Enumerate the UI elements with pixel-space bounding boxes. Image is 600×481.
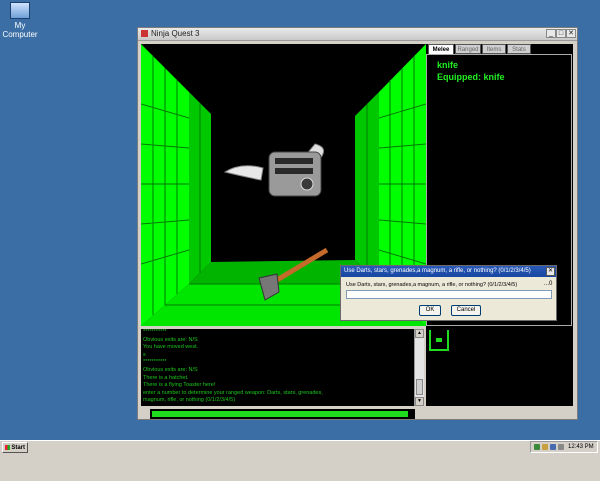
- window-titlebar[interactable]: Ninja Quest 3 _ □ ✕: [138, 28, 577, 41]
- tab-items[interactable]: Items: [482, 44, 506, 54]
- weapon-select-dialog: Use Darts, stars, grenades,a magnum, a r…: [340, 265, 557, 321]
- message-line: Obvious exits are: N/S: [143, 336, 198, 343]
- health-bar-fill: [152, 411, 408, 417]
- message-scrollbar[interactable]: ▲ ▼: [414, 329, 424, 406]
- game-window: Ninja Quest 3 _ □ ✕ Melee Ranged Items S…: [137, 27, 578, 420]
- window-title: Ninja Quest 3: [151, 29, 200, 38]
- cancel-button[interactable]: Cancel: [451, 305, 481, 316]
- windows-flag-icon: [5, 445, 10, 450]
- scroll-thumb[interactable]: [416, 379, 423, 395]
- scroll-down-icon[interactable]: ▼: [415, 397, 424, 406]
- start-label: Start: [11, 445, 25, 451]
- scroll-up-icon[interactable]: ▲: [415, 329, 424, 338]
- health-bar-track: [150, 409, 415, 419]
- app-icon: [141, 30, 148, 37]
- start-button[interactable]: Start: [2, 442, 28, 453]
- minimize-icon: _: [549, 30, 553, 37]
- tab-label: Ranged: [457, 47, 479, 53]
- weapon-choice-input[interactable]: [346, 290, 552, 299]
- tab-label: Items: [486, 47, 502, 53]
- message-line: There is a hatchet.: [143, 374, 189, 381]
- message-line: magnum, rifle, or nothing (0/1/2/3/4/5): [143, 397, 236, 404]
- security-icon[interactable]: [550, 444, 556, 450]
- tab-melee[interactable]: Melee: [428, 44, 454, 54]
- tab-label: Melee: [432, 47, 450, 53]
- tab-strip: Melee Ranged Items Stats: [426, 44, 573, 54]
- maximize-icon: □: [558, 30, 564, 37]
- dialog-title[interactable]: Use Darts, stars, grenades,a magnum, a r…: [341, 266, 556, 277]
- tab-stats[interactable]: Stats: [507, 44, 531, 54]
- volume-icon[interactable]: [542, 444, 548, 450]
- desktop-my-computer[interactable]: My Computer: [2, 2, 38, 39]
- message-line: enter a number to determine your ranged …: [143, 389, 323, 396]
- message-line: You have moved west.: [143, 344, 199, 351]
- minimize-button[interactable]: _: [546, 29, 556, 38]
- tab-label: Stats: [512, 47, 526, 53]
- ok-button[interactable]: OK: [419, 305, 441, 316]
- close-icon: ✕: [547, 268, 554, 274]
- taskbar: [0, 440, 600, 481]
- minimap: [426, 326, 573, 406]
- network-icon[interactable]: [534, 444, 540, 450]
- minimap-svg: [429, 330, 449, 351]
- my-computer-icon: [10, 2, 30, 19]
- desktop-icon-label: My Computer: [2, 21, 38, 39]
- message-line: Obvious exits are: N/S: [143, 366, 198, 373]
- maximize-button[interactable]: □: [556, 29, 566, 38]
- dialog-caret: ...0: [544, 281, 553, 287]
- weapon-name: knife: [437, 60, 459, 70]
- message-line: There is a flying Toaster here!: [143, 382, 216, 389]
- message-line: s: [143, 351, 146, 358]
- close-icon: ✕: [568, 30, 574, 37]
- clock[interactable]: 12:43 PM: [568, 442, 594, 452]
- tab-ranged[interactable]: Ranged: [455, 44, 481, 54]
- tray-app-icon[interactable]: [558, 444, 564, 450]
- message-line: ***********: [143, 359, 167, 366]
- dialog-close-button[interactable]: ✕: [546, 267, 555, 276]
- equipped-weapon: Equipped: knife: [437, 72, 505, 82]
- message-line: ***********: [143, 329, 167, 335]
- message-log[interactable]: *********** Obvious exits are: N/S You hav…: [141, 329, 414, 406]
- dialog-prompt: Use Darts, stars, grenades,a magnum, a r…: [346, 282, 518, 288]
- close-button[interactable]: ✕: [566, 29, 576, 38]
